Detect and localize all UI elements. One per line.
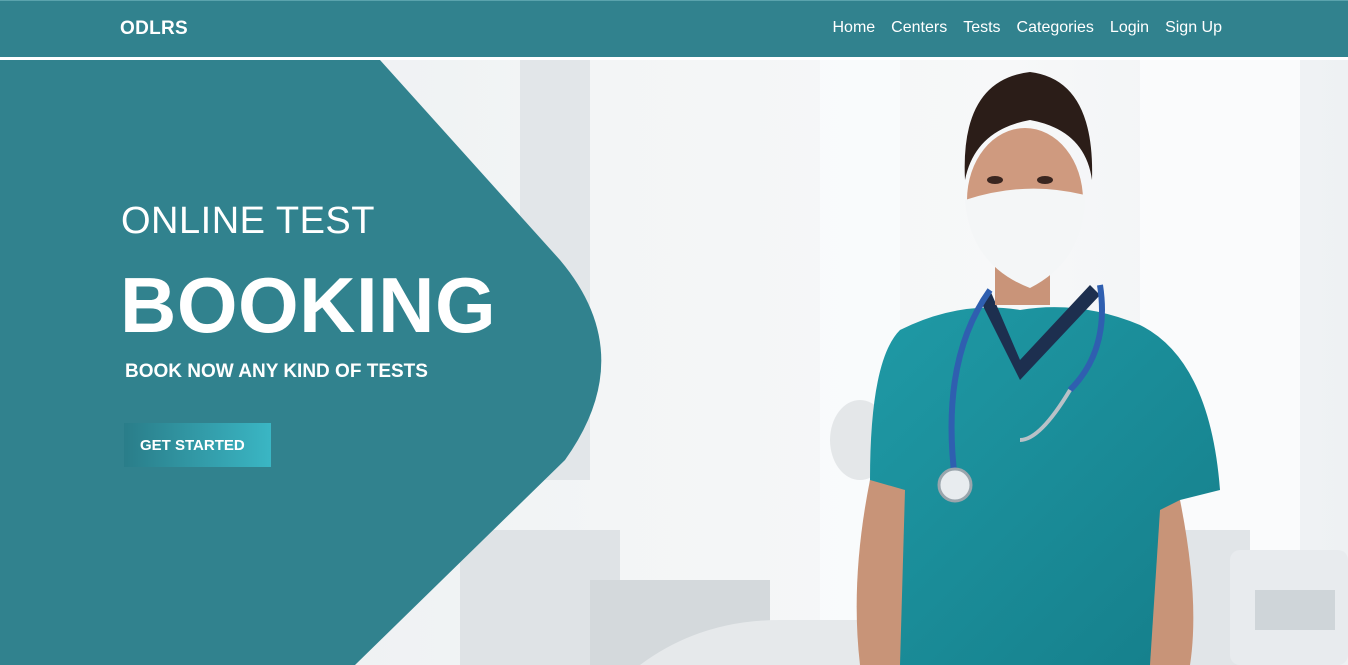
- get-started-button[interactable]: GET STARTED: [124, 423, 271, 467]
- nav-link-categories[interactable]: Categories: [1017, 19, 1094, 37]
- nav-link-centers[interactable]: Centers: [891, 19, 947, 37]
- hero-subtitle: BOOK NOW ANY KIND OF TESTS: [125, 361, 428, 382]
- nav-link-login[interactable]: Login: [1110, 19, 1149, 37]
- brand-logo[interactable]: ODLRS: [120, 18, 188, 40]
- nav-link-signup[interactable]: Sign Up: [1165, 19, 1222, 37]
- hero-title-line-2: BOOKING: [120, 261, 497, 349]
- nav-link-tests[interactable]: Tests: [963, 19, 1000, 37]
- hero-title-line-1: ONLINE TEST: [121, 200, 375, 242]
- nav-links: Home Centers Tests Categories Login Sign…: [832, 19, 1222, 37]
- hero-section: ONLINE TEST BOOKING BOOK NOW ANY KIND OF…: [0, 60, 1348, 665]
- navbar: ODLRS Home Centers Tests Categories Logi…: [0, 0, 1348, 57]
- nav-link-home[interactable]: Home: [832, 19, 875, 37]
